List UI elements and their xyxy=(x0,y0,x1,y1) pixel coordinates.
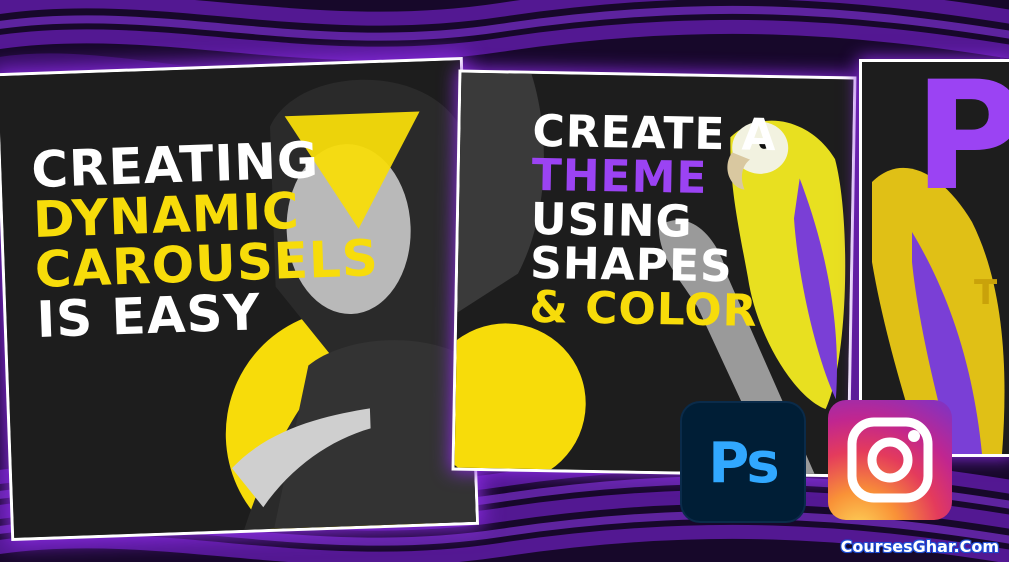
card3-big-letter: P xyxy=(914,62,1009,224)
carousel-card-1: CREATING DYNAMIC CAROUSELS IS EASY xyxy=(0,60,476,538)
card1-headline: CREATING DYNAMIC CAROUSELS IS EASY xyxy=(30,131,382,349)
carousel-card-3: P T xyxy=(862,62,1009,454)
photoshop-icon: Ps xyxy=(708,431,779,496)
card3-small-letter: T xyxy=(974,273,998,313)
instagram-badge xyxy=(828,400,952,520)
instagram-icon xyxy=(847,417,933,503)
site-watermark: CoursesGhar.Com xyxy=(840,537,999,556)
photoshop-badge: Ps xyxy=(682,403,804,521)
card2-headline: CREATE A THEME USING SHAPES & COLOR xyxy=(528,106,777,337)
card2-line-5: & COLOR xyxy=(528,281,758,337)
